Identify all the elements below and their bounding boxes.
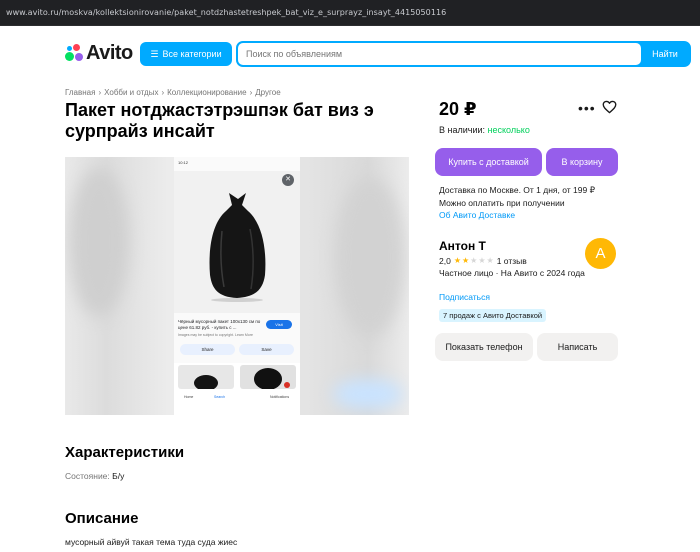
price: 20 ₽ <box>439 99 477 119</box>
blur-blob <box>333 379 403 409</box>
delivery-info: Доставка по Москве. От 1 дня, от 199 ₽ М… <box>439 184 595 222</box>
all-categories-label: Все категории <box>162 49 222 59</box>
breadcrumb-separator: › <box>249 88 253 97</box>
breadcrumb-item-other[interactable]: Другое <box>255 88 280 97</box>
breadcrumb: Главная › Хобби и отдых › Коллекциониров… <box>65 88 281 97</box>
blur-blob <box>69 167 129 317</box>
description-text: мусорный айвуй такая тема туда суда жиес <box>65 537 238 547</box>
delivery-link[interactable]: Об Авито Доставке <box>439 209 595 222</box>
delivery-line-1: Доставка по Москве. От 1 дня, от 199 ₽ <box>439 185 595 195</box>
all-categories-button[interactable]: ☰ Все категории <box>140 42 232 66</box>
breadcrumb-separator: › <box>161 88 165 97</box>
condition-value: Б/у <box>112 471 125 481</box>
breadcrumb-item-hobby[interactable]: Хобби и отдых <box>104 88 158 97</box>
search-button[interactable]: Найти <box>641 43 689 65</box>
seller-info: Частное лицо · На Авито с 2024 года <box>439 268 585 278</box>
sales-badge: 7 продаж с Авито Доставкой <box>439 309 547 322</box>
write-message-button[interactable]: Написать <box>537 333 618 361</box>
avatar[interactable]: А <box>585 238 616 269</box>
characteristics-title: Характеристики <box>65 444 185 461</box>
search-bar: Поиск по объявлениям Найти <box>236 41 691 67</box>
star-filled-icon: ★ <box>453 256 461 265</box>
rating-value: 2,0 <box>439 256 451 266</box>
page-title: Пакет нотджастэтрэшпэк бат виз э сурпрай… <box>65 100 374 141</box>
delivery-line-2: Можно оплатить при получении <box>439 197 565 208</box>
image-caption: Чёрный мусорный пакет 100x130 см по цене… <box>178 319 262 338</box>
visit-button: Visit <box>266 320 292 329</box>
show-phone-button[interactable]: Показать телефон <box>435 333 533 361</box>
availability: В наличии: несколько <box>439 125 530 135</box>
phone-status-time: 10:12 <box>178 160 189 165</box>
browser-url-bar[interactable]: www.avito.ru/moskva/kollektsionirovanie/… <box>0 0 700 26</box>
add-to-cart-button[interactable]: В корзину <box>546 148 618 176</box>
url-text[interactable]: www.avito.ru/moskva/kollektsionirovanie/… <box>6 8 446 17</box>
condition-label: Состояние: <box>65 471 110 481</box>
breadcrumb-item-home[interactable]: Главная <box>65 88 95 97</box>
screenshot-phone: 10:12 ✕ Чёрный мусорный пакет 100x130 см… <box>174 157 300 415</box>
listing-photo[interactable]: 10:12 ✕ Чёрный мусорный пакет 100x130 см… <box>65 157 409 415</box>
heart-icon[interactable] <box>602 100 617 119</box>
share-button: Share <box>180 344 235 355</box>
thumbnail-icons <box>178 365 296 391</box>
caption-note: Images may be subject to copyright. Lear… <box>178 333 253 337</box>
buy-with-delivery-button[interactable]: Купить с доставкой <box>435 148 542 176</box>
star-filled-icon: ★ <box>462 256 470 265</box>
condition-row: Состояние: Б/у <box>65 471 124 481</box>
nav-search: Search <box>214 395 226 399</box>
logo-dots-icon <box>64 43 84 63</box>
more-dots-icon[interactable]: ••• <box>578 100 596 116</box>
rating-stars: ★ ★ ★ ★ ★ <box>454 257 494 265</box>
search-list-icon: ☰ <box>150 48 159 59</box>
subscribe-link[interactable]: Подписаться <box>439 292 490 302</box>
nav-notifications: Notifications <box>270 395 290 399</box>
seller-name[interactable]: Антон Т <box>439 239 486 253</box>
search-input[interactable]: Поиск по объявлениям <box>238 43 641 65</box>
close-icon[interactable]: ✕ <box>282 174 294 186</box>
phone-nav-bar: Home Search Notifications <box>174 389 300 405</box>
breadcrumb-separator: › <box>98 88 102 97</box>
caption-text: Чёрный мусорный пакет 100x130 см по цене… <box>178 319 261 330</box>
reviews-link[interactable]: 1 отзыв <box>497 256 527 266</box>
availability-label: В наличии: <box>439 125 486 135</box>
logo-text: Avito <box>86 41 133 64</box>
garbage-bag-icon <box>209 193 266 302</box>
star-empty-icon: ★ <box>486 256 494 265</box>
save-button: Save <box>239 344 294 355</box>
description-title: Описание <box>65 510 139 527</box>
nav-home: Home <box>184 395 194 399</box>
avito-logo[interactable]: Avito <box>64 41 133 64</box>
seller-rating: 2,0 ★ ★ ★ ★ ★ 1 отзыв <box>439 256 527 266</box>
garbage-bag-image <box>174 171 300 313</box>
star-empty-icon: ★ <box>470 256 478 265</box>
breadcrumb-item-collecting[interactable]: Коллекционирование <box>167 88 246 97</box>
blur-blob <box>335 177 405 337</box>
availability-value: несколько <box>487 125 530 135</box>
star-empty-icon: ★ <box>478 256 486 265</box>
